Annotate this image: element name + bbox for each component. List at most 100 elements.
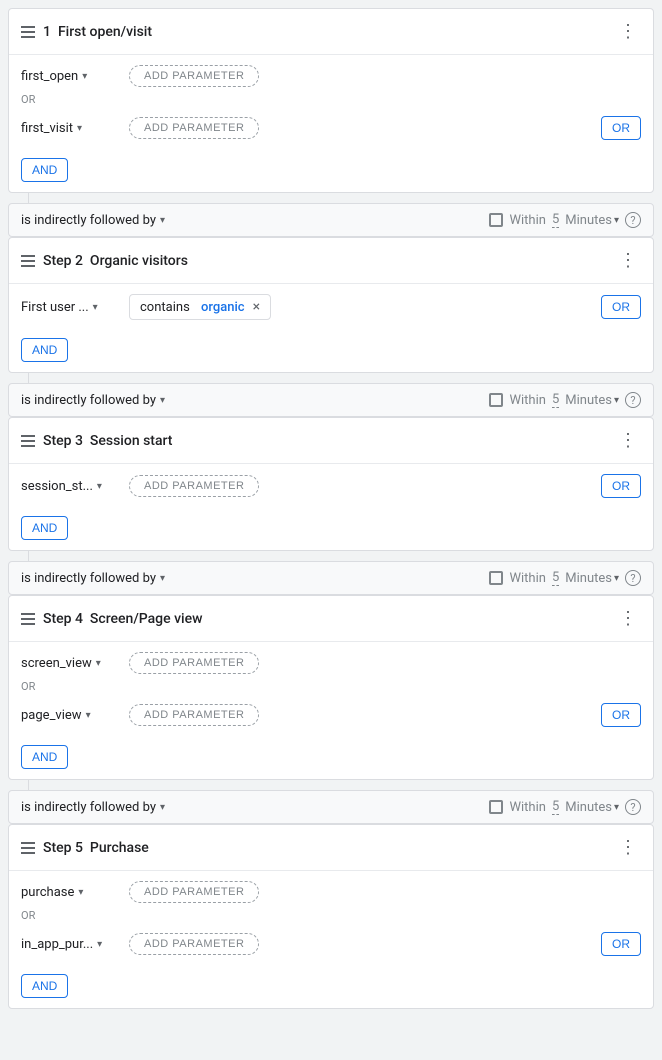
- within-4-help-icon[interactable]: ?: [625, 799, 641, 815]
- step-4-event-1-arrow: ▾: [96, 658, 101, 669]
- step-3-header: Step 3 Session start ⋮: [9, 418, 653, 464]
- step-2-event-1-selector[interactable]: First user ... ▾: [21, 300, 121, 315]
- within-1-unit[interactable]: Minutes ▾: [565, 213, 619, 228]
- step-3-event-1-selector[interactable]: session_st... ▾: [21, 479, 121, 494]
- connector-2: [8, 373, 654, 383]
- step-4-event-1-add-param[interactable]: ADD PARAMETER: [129, 652, 259, 674]
- connector-3: [8, 551, 654, 561]
- step-3-or-btn[interactable]: OR: [601, 474, 641, 498]
- step-3-and-btn[interactable]: AND: [21, 516, 68, 540]
- followed-by-3-selector[interactable]: is indirectly followed by ▾: [21, 571, 165, 586]
- within-3-unit[interactable]: Minutes ▾: [565, 571, 619, 586]
- step-4-event-row-1: screen_view ▾ ADD PARAMETER: [21, 652, 641, 674]
- within-2-unit[interactable]: Minutes ▾: [565, 393, 619, 408]
- step-1-event-1-name: first_open: [21, 69, 78, 84]
- step-5-more-icon[interactable]: ⋮: [615, 835, 641, 860]
- step-5-body: purchase ▾ ADD PARAMETER OR in_app_pur..…: [9, 871, 653, 1008]
- step-1-and-btn[interactable]: AND: [21, 158, 68, 182]
- step-4-event-1-selector[interactable]: screen_view ▾: [21, 656, 121, 671]
- within-4-unit-arrow: ▾: [614, 802, 619, 813]
- within-1-checkbox[interactable]: [489, 213, 503, 227]
- step-2-or-btn[interactable]: OR: [601, 295, 641, 319]
- step-1-or-label: OR: [21, 91, 641, 108]
- step-4-more-icon[interactable]: ⋮: [615, 606, 641, 631]
- step-4-event-1-name: screen_view: [21, 656, 92, 671]
- followed-by-1-selector[interactable]: is indirectly followed by ▾: [21, 213, 165, 228]
- within-4-checkbox[interactable]: [489, 800, 503, 814]
- step-4-title-text: Screen/Page view: [90, 611, 203, 627]
- step-5-and-btn[interactable]: AND: [21, 974, 68, 998]
- followed-by-3-text: is indirectly followed by: [21, 571, 156, 586]
- step-5-card: Step 5 Purchase ⋮ purchase ▾ ADD PARAMET…: [8, 824, 654, 1009]
- step-4-and-btn[interactable]: AND: [21, 745, 68, 769]
- step-5-event-2-add-param[interactable]: ADD PARAMETER: [129, 933, 259, 955]
- within-1-help-icon[interactable]: ?: [625, 212, 641, 228]
- within-1-unit-arrow: ▾: [614, 215, 619, 226]
- step-1-card: 1 First open/visit ⋮ first_open ▾ ADD PA…: [8, 8, 654, 193]
- step-5-event-1-arrow: ▾: [78, 887, 83, 898]
- step-4-event-2-name: page_view: [21, 708, 82, 723]
- step-1-title-text: First open/visit: [58, 24, 152, 40]
- step-2-and-btn[interactable]: AND: [21, 338, 68, 362]
- step-1-events: first_open ▾ ADD PARAMETER OR first_visi…: [21, 65, 641, 140]
- step-1-or-btn[interactable]: OR: [601, 116, 641, 140]
- step-1-event-1-add-param[interactable]: ADD PARAMETER: [129, 65, 259, 87]
- step-2-card: Step 2 Organic visitors ⋮ First user ...…: [8, 237, 654, 373]
- step-1-event-row-2: first_visit ▾ ADD PARAMETER OR: [21, 116, 641, 140]
- step-1-event-2-selector[interactable]: first_visit ▾: [21, 121, 121, 136]
- step-4-event-2-selector[interactable]: page_view ▾: [21, 708, 121, 723]
- step-1-event-2-add-param[interactable]: ADD PARAMETER: [129, 117, 259, 139]
- followed-by-4-selector[interactable]: is indirectly followed by ▾: [21, 800, 165, 815]
- drag-handle-2-icon[interactable]: [21, 255, 35, 267]
- within-4-unit[interactable]: Minutes ▾: [565, 800, 619, 815]
- drag-handle-icon[interactable]: [21, 26, 35, 38]
- step-2-contains-chip[interactable]: contains organic ×: [129, 294, 271, 320]
- followed-by-2-selector[interactable]: is indirectly followed by ▾: [21, 393, 165, 408]
- within-1-value: 5: [552, 212, 559, 228]
- within-4-value: 5: [552, 799, 559, 815]
- step-2-chip-close-icon[interactable]: ×: [253, 299, 260, 315]
- step-4-events: screen_view ▾ ADD PARAMETER OR page_view…: [21, 652, 641, 727]
- within-3-checkbox[interactable]: [489, 571, 503, 585]
- step-3-event-1-add-param[interactable]: ADD PARAMETER: [129, 475, 259, 497]
- within-2-checkbox[interactable]: [489, 393, 503, 407]
- within-3-unit-arrow: ▾: [614, 573, 619, 584]
- between-4-5: is indirectly followed by ▾ Within 5 Min…: [8, 790, 654, 824]
- step-2-body: First user ... ▾ contains organic × OR A…: [9, 284, 653, 372]
- step-2-more-icon[interactable]: ⋮: [615, 248, 641, 273]
- drag-handle-3-icon[interactable]: [21, 435, 35, 447]
- step-5-title: Step 5 Purchase: [43, 840, 149, 856]
- step-2-title-text: Organic visitors: [90, 253, 188, 269]
- step-5-event-1-selector[interactable]: purchase ▾: [21, 885, 121, 900]
- step-1-more-icon[interactable]: ⋮: [615, 19, 641, 44]
- step-1-event-1-arrow: ▾: [82, 71, 87, 82]
- drag-handle-4-icon[interactable]: [21, 613, 35, 625]
- within-3-label: Within: [509, 571, 545, 586]
- step-4-or-btn[interactable]: OR: [601, 703, 641, 727]
- step-4-header-left: Step 4 Screen/Page view: [21, 611, 203, 627]
- followed-by-2-text: is indirectly followed by: [21, 393, 156, 408]
- step-1-header: 1 First open/visit ⋮: [9, 9, 653, 55]
- step-1-event-1-selector[interactable]: first_open ▾: [21, 69, 121, 84]
- step-5-event-2-name: in_app_pur...: [21, 937, 93, 952]
- step-5-event-1-add-param[interactable]: ADD PARAMETER: [129, 881, 259, 903]
- drag-handle-5-icon[interactable]: [21, 842, 35, 854]
- step-1-event-2-arrow: ▾: [77, 123, 82, 134]
- within-1-section: Within 5 Minutes ▾ ?: [489, 212, 641, 228]
- step-3-more-icon[interactable]: ⋮: [615, 428, 641, 453]
- within-2-help-icon[interactable]: ?: [625, 392, 641, 408]
- within-4-label: Within: [509, 800, 545, 815]
- step-1-number: 1: [43, 24, 51, 40]
- step-3-number: Step 3: [43, 433, 83, 449]
- step-5-or-btn[interactable]: OR: [601, 932, 641, 956]
- step-2-event-1-name: First user ...: [21, 300, 89, 315]
- connector-2-line: [28, 373, 29, 383]
- step-2-number: Step 2: [43, 253, 83, 269]
- within-3-help-icon[interactable]: ?: [625, 570, 641, 586]
- step-4-body: screen_view ▾ ADD PARAMETER OR page_view…: [9, 642, 653, 779]
- step-4-event-2-arrow: ▾: [86, 710, 91, 721]
- step-4-event-2-add-param[interactable]: ADD PARAMETER: [129, 704, 259, 726]
- connector-1: [8, 193, 654, 203]
- step-3-event-1-name: session_st...: [21, 479, 93, 494]
- step-5-event-2-selector[interactable]: in_app_pur... ▾: [21, 937, 121, 952]
